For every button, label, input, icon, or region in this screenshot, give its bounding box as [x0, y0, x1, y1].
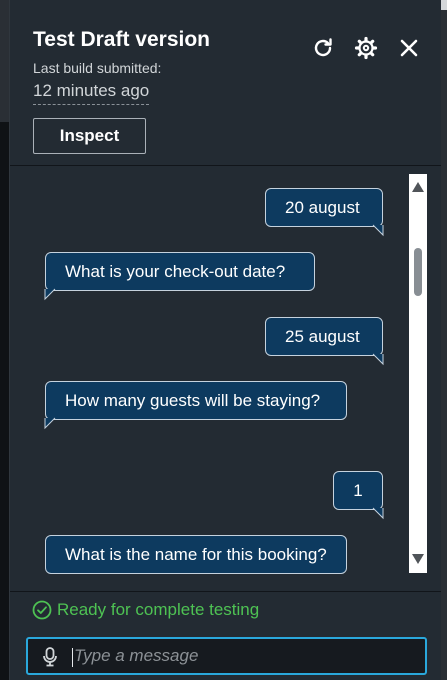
- chat-message-user: 1: [333, 471, 384, 520]
- panel-title: Test Draft version: [33, 28, 210, 51]
- status-text: Ready for complete testing: [57, 600, 260, 619]
- test-bot-panel: Test Draft version Last build submitted:…: [9, 0, 441, 680]
- inspect-button[interactable]: Inspect: [33, 118, 146, 154]
- status-indicator: Ready for complete testing: [32, 600, 259, 620]
- scroll-up-arrow-icon[interactable]: [412, 182, 424, 192]
- scroll-down-arrow-icon[interactable]: [412, 554, 424, 564]
- chat-transcript: 20 august What is your check-out date? 2…: [10, 166, 441, 575]
- scroll-thumb[interactable]: [414, 248, 422, 296]
- last-build-label: Last build submitted:: [33, 60, 162, 76]
- chat-message-user: 25 august: [265, 317, 384, 366]
- background-strip: [0, 0, 9, 680]
- close-icon[interactable]: [397, 36, 421, 60]
- microphone-icon[interactable]: [42, 647, 58, 667]
- settings-gear-icon[interactable]: [354, 36, 378, 60]
- chat-message-user: 20 august: [265, 188, 384, 237]
- last-build-time[interactable]: 12 minutes ago: [33, 81, 150, 105]
- window-edge: [441, 0, 447, 680]
- footer-divider: [10, 591, 441, 592]
- chat-message-bot: What is your check-out date?: [44, 252, 315, 301]
- chat-message-bot: What is the name for this booking?: [45, 535, 347, 574]
- refresh-icon[interactable]: [311, 36, 335, 60]
- text-cursor: [72, 648, 73, 667]
- message-input-box[interactable]: [26, 637, 427, 675]
- chat-message-bot: How many guests will be staying?: [44, 381, 347, 430]
- check-circle-icon: [32, 600, 52, 620]
- message-input[interactable]: [74, 641, 414, 671]
- chat-scrollbar[interactable]: [409, 174, 427, 573]
